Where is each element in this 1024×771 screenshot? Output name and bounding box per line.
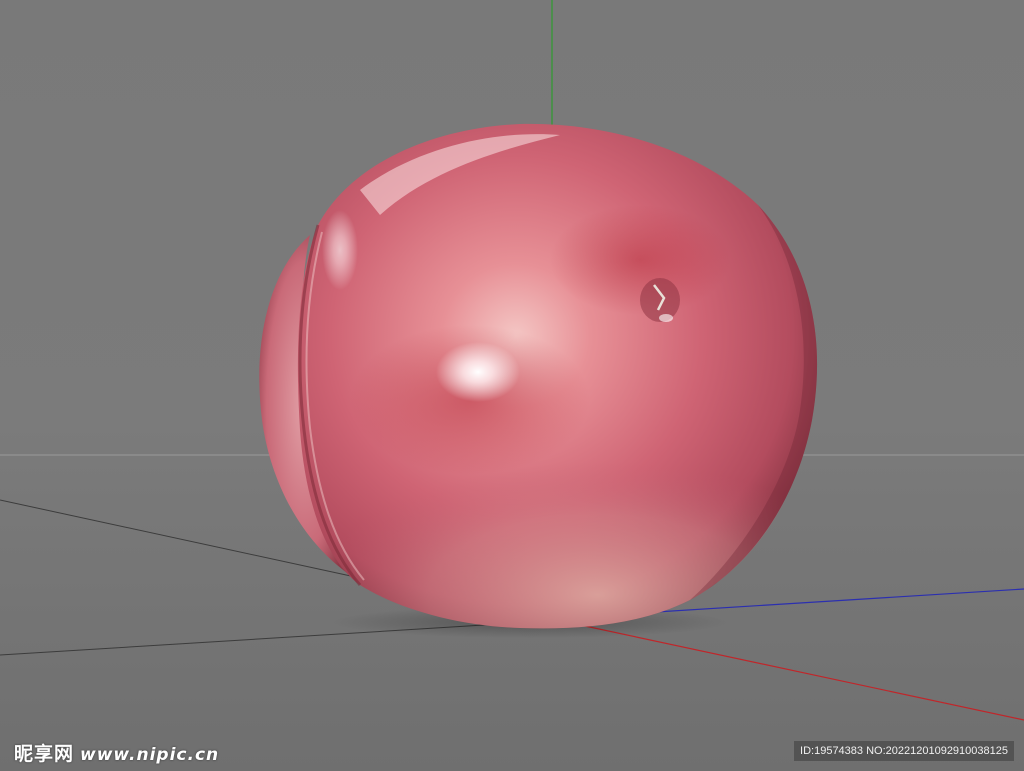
image-id-label: ID:19574383 NO:20221201092910038125 [794,741,1014,761]
apple-stem-glint [659,314,673,322]
apple-blush [550,205,730,315]
watermark-logo: 昵享网 www.nipic.cn [14,739,219,766]
3d-viewport[interactable]: 昵享网 www.nipic.cn ID:19574383 NO:202212010… [0,0,1024,771]
watermark-site: www.nipic.cn [80,745,220,765]
apple-stem-cavity [640,278,680,322]
apple-specular-highlight [322,210,358,290]
x-axis-line [584,625,1024,721]
watermark-brand: 昵享网 [14,743,75,765]
scene-canvas [0,0,1024,721]
apple-specular-highlight [436,342,520,402]
